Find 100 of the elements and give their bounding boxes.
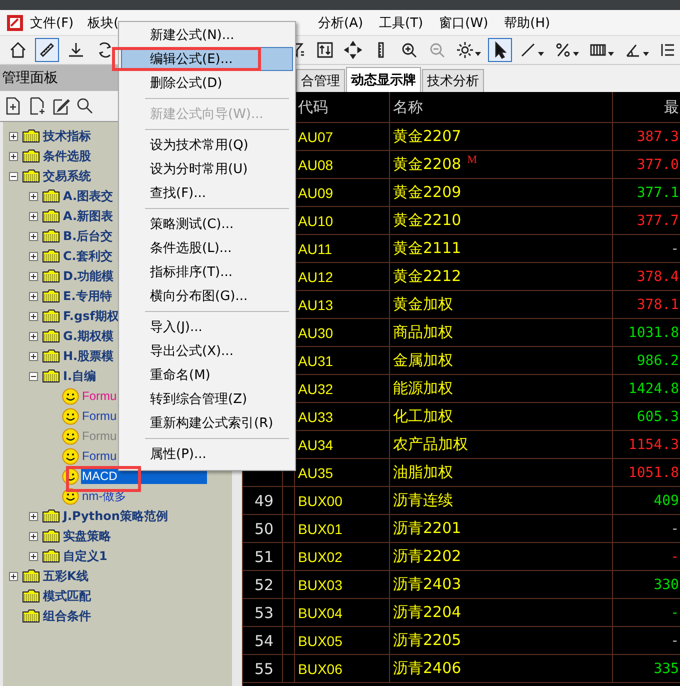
table-cell: 1424.8 — [628, 380, 679, 396]
tree-item[interactable]: Formu — [81, 448, 118, 464]
table-cell: 沥青2204 — [393, 603, 462, 622]
tree-item[interactable]: A.新图表 — [63, 208, 114, 224]
tab[interactable]: 动态显示牌 — [346, 67, 421, 92]
menu-item[interactable]: 板块( — [86, 12, 121, 34]
menu-item[interactable]: 设为技术常用(Q) — [121, 133, 293, 157]
table-cell: 330 — [654, 576, 679, 592]
menu-item[interactable]: 转到综合管理(Z) — [121, 387, 293, 411]
menu-item[interactable]: 条件选股(L)... — [121, 236, 293, 260]
table-cell: AU09 — [298, 184, 334, 200]
new-copy-icon[interactable] — [28, 97, 46, 115]
tree-item[interactable]: J.Python策略范例 — [63, 508, 168, 524]
tab[interactable]: 技术分析 — [422, 69, 484, 92]
expander-icon[interactable] — [29, 532, 38, 540]
table-cell: 油脂加权 — [393, 463, 453, 482]
menu-item[interactable]: 策略测试(C)... — [121, 212, 293, 236]
expander-icon[interactable] — [29, 352, 38, 360]
edit-icon[interactable] — [52, 97, 70, 115]
tree-item[interactable]: D.功能模 — [63, 268, 114, 284]
table-cell: 沥青2205 — [393, 631, 462, 650]
menu-item[interactable]: 分析(A) — [316, 12, 366, 34]
menu-item[interactable]: 设为分时常用(U) — [121, 157, 293, 181]
menu-item[interactable]: 新建公式(N)... — [121, 23, 293, 47]
tab[interactable]: 合管理 — [296, 69, 345, 92]
table-cell: AU30 — [298, 324, 334, 340]
column-header[interactable]: 名称 — [393, 98, 423, 116]
search-icon[interactable] — [76, 97, 94, 115]
menu-item[interactable]: 导出公式(X)... — [121, 339, 293, 363]
expander-icon[interactable] — [29, 232, 38, 240]
expander-icon[interactable] — [29, 512, 38, 520]
tree-item[interactable]: E.专用特 — [63, 288, 112, 304]
tree-item[interactable]: A.图表交 — [63, 188, 114, 204]
tree-item[interactable]: H.股票模 — [63, 348, 114, 364]
table-cell: BUX04 — [298, 604, 342, 620]
menu-item[interactable]: 重新构建公式索引(R) — [121, 411, 293, 435]
tree-item[interactable]: 技术指标 — [43, 128, 91, 144]
expander-icon[interactable] — [9, 572, 18, 580]
row-number: 55 — [254, 660, 274, 678]
app-logo-icon — [6, 14, 24, 32]
column-header[interactable]: 最 — [664, 98, 679, 116]
tree-item[interactable]: 交易系统 — [43, 168, 91, 184]
expander-icon[interactable] — [29, 252, 38, 260]
tree-item[interactable]: 模式匹配 — [43, 588, 91, 604]
expander-icon[interactable] — [9, 172, 18, 180]
tree-item[interactable]: Formu — [81, 408, 118, 424]
tree-item[interactable]: F.gsf期权 — [63, 308, 119, 324]
row-number: 52 — [254, 576, 274, 594]
flag-mark: M — [467, 154, 477, 166]
tree-item[interactable]: 条件选股 — [43, 148, 91, 164]
menu-item[interactable]: 导入(J)... — [121, 315, 293, 339]
table-cell: 378.1 — [636, 296, 679, 312]
tree-item[interactable]: 五彩K线 — [43, 568, 88, 584]
cursor-icon[interactable] — [488, 38, 512, 62]
table-cell: 沥青2403 — [393, 575, 462, 594]
menu-item[interactable]: 查找(F)... — [121, 181, 293, 205]
table-cell: BUX01 — [298, 520, 342, 536]
column-header[interactable]: 代码 — [298, 98, 328, 116]
tree-item[interactable]: B.后台交 — [63, 228, 113, 244]
move-icon[interactable] — [341, 38, 365, 62]
tree-item[interactable]: 实盘策略 — [63, 528, 111, 544]
table-cell: 沥青连续 — [393, 491, 453, 510]
tree-item[interactable]: 自定义1 — [63, 548, 108, 564]
table-cell: AU10 — [298, 212, 334, 228]
table-cell: 黄金2208 — [393, 155, 462, 174]
tree-item[interactable]: I.自编 — [63, 368, 96, 384]
ruler-icon[interactable] — [35, 38, 59, 62]
table-cell: 黄金2207 — [393, 127, 462, 146]
expander-icon[interactable] — [29, 332, 38, 340]
expander-icon[interactable] — [29, 552, 38, 560]
table-cell: 377.0 — [636, 156, 679, 172]
menu-item[interactable]: 指标排序(T)... — [121, 260, 293, 284]
menu-item[interactable]: 重命名(M) — [121, 363, 293, 387]
smiley-icon — [62, 488, 79, 504]
table-cell: AU11 — [298, 240, 332, 256]
tree-item[interactable]: C.套利交 — [63, 248, 112, 264]
menu-item[interactable]: 文件(F) — [28, 12, 76, 34]
expander-icon[interactable] — [29, 192, 38, 200]
expander-icon[interactable] — [9, 132, 18, 140]
menu-item[interactable]: 窗口(W) — [437, 12, 490, 34]
expander-icon[interactable] — [29, 212, 38, 220]
table-cell: 黄金2209 — [393, 183, 462, 202]
folder-icon — [42, 209, 60, 223]
expander-icon[interactable] — [29, 372, 38, 380]
menu-item[interactable]: 删除公式(D) — [121, 71, 293, 95]
menu-item[interactable]: 横向分布图(G)... — [121, 284, 293, 308]
new-file-icon[interactable] — [4, 97, 22, 115]
tree-item[interactable]: G.期权模 — [63, 328, 114, 344]
expander-icon[interactable] — [29, 272, 38, 280]
expander-icon[interactable] — [29, 312, 38, 320]
folder-icon — [42, 349, 60, 363]
menu-item[interactable]: 属性(P)... — [121, 442, 293, 466]
expander-icon[interactable] — [9, 152, 18, 160]
folder-icon — [22, 149, 40, 163]
menu-item[interactable]: 工具(T) — [377, 12, 426, 34]
expander-icon[interactable] — [29, 292, 38, 300]
row-number: 51 — [254, 548, 274, 566]
row-number: 50 — [254, 520, 274, 538]
tree-item[interactable]: 组合条件 — [43, 608, 91, 624]
menu-item[interactable]: 帮助(H) — [502, 12, 552, 34]
